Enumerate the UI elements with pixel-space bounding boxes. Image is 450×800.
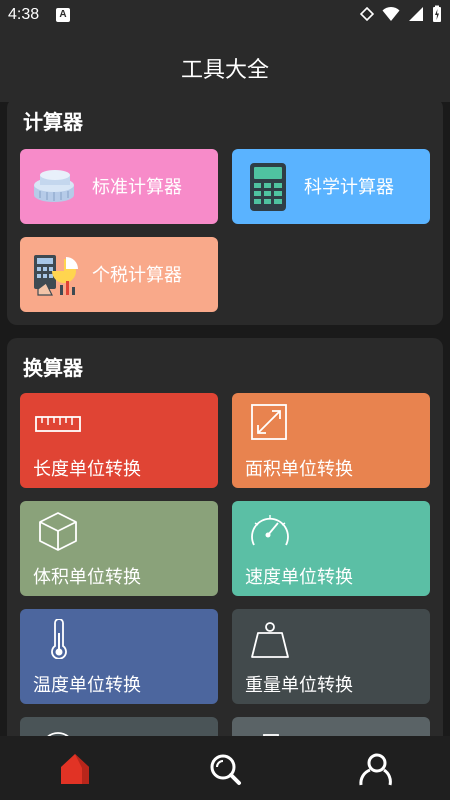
calculator-section-title: 计算器 xyxy=(23,110,83,134)
weight-icon xyxy=(251,622,289,658)
standard-calculator-label: 标准计算器 xyxy=(92,177,182,198)
calculator-icon xyxy=(250,163,286,211)
bottom-nav xyxy=(0,736,450,800)
search-icon[interactable] xyxy=(208,752,242,786)
user-icon[interactable] xyxy=(358,752,392,786)
wifi-icon xyxy=(382,6,400,21)
volume-converter-card[interactable]: 体积单位转换 xyxy=(20,501,218,596)
status-icons xyxy=(360,5,442,23)
calculator-section: 计算器 标准计算器 科学计算器 个税计算器 xyxy=(7,102,443,325)
more-converter-card-right[interactable] xyxy=(232,717,430,736)
coin-stack-icon xyxy=(34,170,74,202)
home-icon[interactable] xyxy=(58,752,92,786)
scientific-calculator-label: 科学计算器 xyxy=(304,177,394,198)
cube-icon xyxy=(39,512,77,551)
area-arrow-icon xyxy=(251,404,287,440)
weight-converter-card[interactable]: 重量单位转换 xyxy=(232,609,430,704)
temperature-converter-label: 温度单位转换 xyxy=(33,675,141,696)
volume-converter-label: 体积单位转换 xyxy=(33,567,141,588)
converter-section: 换算器 长度单位转换 面积单位转换 体积单位转换 速度单位转换 温度单位转换 重… xyxy=(7,338,443,736)
thermometer-icon xyxy=(51,619,67,659)
tax-chart-icon xyxy=(34,255,78,296)
converter-section-title: 换算器 xyxy=(23,356,83,380)
clock-icon xyxy=(47,732,69,736)
weight-converter-label: 重量单位转换 xyxy=(245,675,353,696)
cell-signal-icon xyxy=(409,7,423,21)
tax-calculator-label: 个税计算器 xyxy=(92,265,182,286)
scientific-calculator-card[interactable]: 科学计算器 xyxy=(232,149,430,224)
notification-a-icon: A xyxy=(56,8,70,22)
standard-calculator-card[interactable]: 标准计算器 xyxy=(20,149,218,224)
tax-calculator-card[interactable]: 个税计算器 xyxy=(20,237,218,312)
length-converter-card[interactable]: 长度单位转换 xyxy=(20,393,218,488)
area-converter-card[interactable]: 面积单位转换 xyxy=(232,393,430,488)
status-bar: 4:38 A xyxy=(0,0,450,30)
file-icon xyxy=(263,734,279,736)
temperature-converter-card[interactable]: 温度单位转换 xyxy=(20,609,218,704)
page-title: 工具大全 xyxy=(180,58,269,83)
signal-diamond-icon xyxy=(360,7,374,21)
length-converter-label: 长度单位转换 xyxy=(33,459,141,480)
speed-converter-card[interactable]: 速度单位转换 xyxy=(232,501,430,596)
app-bar: 工具大全 xyxy=(0,30,450,102)
area-converter-label: 面积单位转换 xyxy=(245,459,353,480)
more-converter-card-left[interactable] xyxy=(20,717,218,736)
content-scroll[interactable]: 计算器 标准计算器 科学计算器 个税计算器 换算器 长度单位转换 面积单位转换 … xyxy=(0,102,450,736)
speed-converter-label: 速度单位转换 xyxy=(245,567,353,588)
speedometer-icon xyxy=(251,515,289,546)
battery-charging-icon xyxy=(433,5,441,22)
status-time: 4:38 xyxy=(8,6,40,23)
ruler-icon xyxy=(35,416,81,432)
